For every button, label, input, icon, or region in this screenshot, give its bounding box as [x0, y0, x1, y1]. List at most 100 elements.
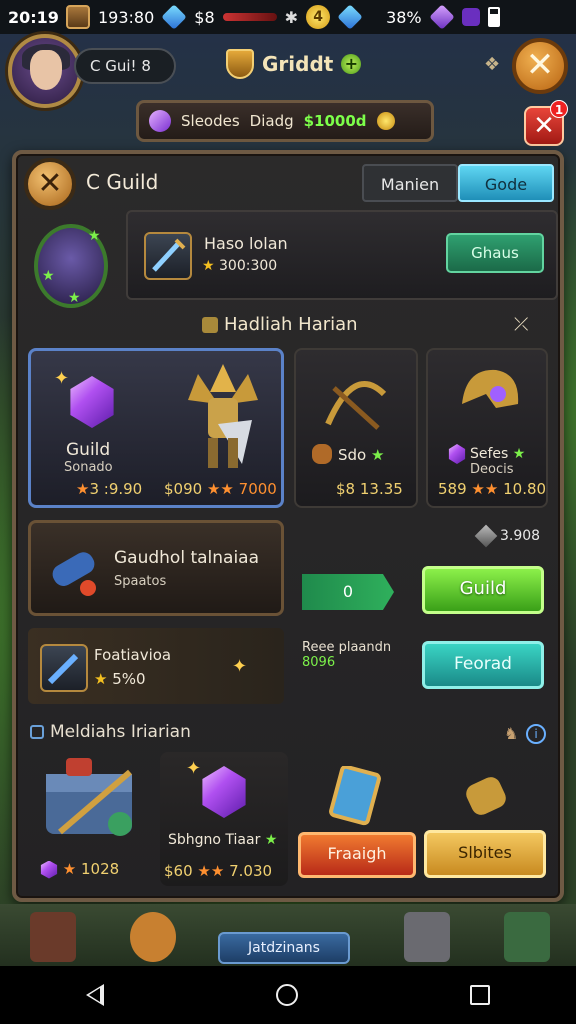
gem-offer-label-text: Sbhgno Tiaar	[168, 832, 261, 848]
stone-icon	[474, 524, 498, 548]
card-label-3-text: Sefes	[470, 446, 509, 462]
person-icon: ♞	[504, 724, 519, 743]
close-notification-button[interactable]: ✕ 1	[524, 100, 568, 146]
panel-title: C Guild	[86, 170, 159, 194]
resource-label-2: Diadg	[249, 112, 294, 130]
feature-mid-value: 8096	[302, 655, 336, 670]
card-label: Guild	[66, 440, 111, 460]
list-icon	[30, 725, 44, 739]
crossbow-icon	[325, 381, 387, 430]
health-bar	[222, 13, 277, 21]
card-price: ★3 :9.90	[76, 480, 143, 498]
swords-icon[interactable]: ⤫	[514, 314, 528, 335]
player-avatar[interactable]	[8, 34, 82, 108]
barrel-icon	[466, 777, 506, 815]
guild-emblem: ★ ★ ★	[34, 224, 108, 308]
section-title-label: Hadliah Harian	[224, 314, 358, 335]
header-title: Griddt +	[226, 46, 362, 82]
card-price-3-extra: 13.35	[359, 480, 403, 498]
treasure-chest-art	[46, 758, 132, 836]
sparkle-icon: ✦	[232, 656, 248, 677]
sparkle-icon: ✦	[54, 368, 70, 389]
card-price-2-value: $090	[164, 480, 203, 498]
tab-gode[interactable]: Gode	[458, 164, 554, 202]
gem-offer-price-extra: 7.030	[229, 862, 273, 880]
resource-label-1: Sleodes	[181, 112, 240, 130]
profile-tag[interactable]: C Gui! 8	[74, 48, 176, 84]
card-sub-3: Deocis	[470, 462, 514, 477]
rune-icon: ❖	[484, 54, 501, 75]
offer-title: Gaudhol talnaiaa	[114, 548, 260, 568]
battery-icon	[487, 7, 500, 27]
card-price-4: 589 ★★ 10.80	[438, 480, 547, 498]
card-price-4-value: 589	[438, 480, 467, 498]
profile-tag-label: C Gui! 8	[90, 57, 151, 75]
knight-hero-art	[188, 364, 258, 468]
home-icon[interactable]	[276, 984, 298, 1006]
guild-buy-button[interactable]: Guild	[422, 566, 544, 614]
resource-amount: $1000d	[303, 112, 367, 130]
profile-name: Haso lolan	[204, 234, 288, 253]
chest-icon	[66, 5, 90, 29]
weapon-icon	[144, 232, 192, 280]
bottom-section-title-label: Meldiahs Iriarian	[50, 722, 191, 742]
offer-side-value: 3.908	[474, 524, 541, 548]
blue-gem-icon	[161, 4, 188, 30]
plus-icon[interactable]: +	[341, 54, 362, 74]
card-price-2-extra: 7000	[238, 480, 277, 498]
star-icon: ★	[42, 268, 55, 284]
notification-badge: 1	[550, 100, 568, 118]
coin-badge-icon: 4	[306, 5, 331, 29]
card-label-2: Sdo ★	[338, 446, 385, 464]
status-value-1: 193:80	[98, 7, 155, 27]
sparkle-icon: ✦	[186, 758, 202, 779]
system-nav-bar	[0, 966, 576, 1024]
chest-price: ★ 1028	[40, 860, 119, 879]
gem-offer-price-value: $60	[164, 862, 193, 880]
recents-icon[interactable]	[470, 985, 490, 1005]
close-button[interactable]: ✕	[512, 38, 568, 94]
gem-offer-price: $60 ★★ 7.030	[164, 862, 273, 880]
helmet-icon	[462, 369, 519, 408]
ghaus-button[interactable]: Ghaus	[446, 233, 544, 273]
feature-title: Foatiavioa	[94, 646, 172, 664]
feature-mid: Reee plaandn 8096	[302, 640, 391, 670]
slbites-button[interactable]: Slbites	[424, 830, 546, 878]
crate-decoration	[30, 912, 76, 962]
quantity-stepper[interactable]: 0	[302, 574, 394, 610]
info-icon[interactable]: i	[526, 724, 546, 744]
anvil-decoration	[404, 912, 450, 962]
star-icon: ★	[88, 228, 101, 244]
offer-sub: Spaatos	[114, 574, 167, 589]
back-icon[interactable]	[86, 984, 104, 1006]
fraaigh-button[interactable]: Fraaigh	[298, 832, 416, 878]
star-icon: ★	[68, 290, 81, 306]
panel-close-button[interactable]: ✕	[24, 158, 76, 210]
offer-side-value-text: 3.908	[500, 528, 541, 544]
card-price-4-extra: 10.80	[503, 480, 547, 498]
card-label-3: Sefes ★	[470, 446, 526, 462]
card-price-value: 3 :9.90	[89, 480, 143, 498]
ticket-icon	[312, 444, 332, 464]
feature-sub: ★ 5%0	[94, 670, 146, 688]
scroll-icon	[202, 316, 218, 333]
status-bar: 20:19 193:80 $8 ✱ 4 38%	[0, 0, 576, 34]
tab-manien[interactable]: Manien	[362, 164, 458, 202]
purple-gem-icon	[149, 110, 171, 132]
card-price-3-value: $8	[336, 480, 356, 498]
profile-rank-value: 300:300	[219, 258, 278, 274]
notification-icon	[461, 8, 480, 26]
bottom-section-title: Meldiahs Iriarian	[30, 722, 191, 742]
resource-bar: Sleodes Diadg $1000d	[136, 100, 434, 142]
purple-gem-icon	[40, 860, 58, 879]
bottom-pill-button[interactable]: Jatdzinans	[218, 932, 350, 964]
sword-icon	[40, 644, 88, 692]
coin-icon	[376, 112, 395, 130]
card-sub: Sonado	[64, 460, 113, 475]
feature-mid-title: Reee plaandn	[302, 640, 392, 655]
bush-decoration	[504, 912, 550, 962]
feature-sub-value: 5%0	[112, 670, 146, 688]
feorad-button[interactable]: Feorad	[422, 641, 544, 689]
gear-icon: ✱	[284, 7, 299, 27]
card-price-2: $090 ★★ 7000	[164, 480, 277, 498]
